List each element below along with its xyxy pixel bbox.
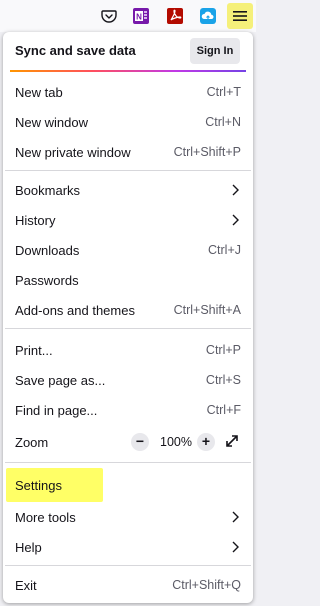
menu-item-label: More tools [15,510,76,525]
menu-separator [5,565,251,566]
app-menu-panel: Sync and save data Sign In New tab Ctrl+… [3,32,253,603]
menu-item-save-page[interactable]: Save page as... Ctrl+S [5,365,251,395]
menu-item-label: Print... [15,343,53,358]
menu-item-shortcut: Ctrl+Shift+P [173,145,241,159]
pdf-button[interactable] [162,3,188,29]
onenote-button[interactable]: N [128,3,154,29]
chevron-right-icon [232,511,239,523]
menu-item-new-window[interactable]: New window Ctrl+N [5,107,251,137]
menu-item-label: New window [15,115,88,130]
sync-title: Sync and save data [15,43,136,58]
cloud-upload-icon [200,8,216,24]
menu-item-label: Add-ons and themes [15,303,135,318]
menu-item-label: Bookmarks [15,183,81,198]
onenote-icon: N [133,8,149,24]
menu-item-new-private-window[interactable]: New private window Ctrl+Shift+P [5,137,251,167]
chevron-right-icon [232,184,239,196]
pdf-icon [167,8,183,24]
menu-item-shortcut: Ctrl+P [205,343,241,357]
menu-item-shortcut: Ctrl+N [205,115,241,129]
menu-item-label: Find in page... [15,403,98,418]
zoom-in-button[interactable]: + [197,433,215,451]
menu-item-history[interactable]: History [5,205,251,235]
menu-item-shortcut: Ctrl+T [206,85,241,99]
menu-item-label: Help [15,540,42,555]
menu-item-find-in-page[interactable]: Find in page... Ctrl+F [5,395,251,425]
zoom-level[interactable]: 100% [160,435,192,449]
pocket-button[interactable] [96,3,122,29]
chevron-right-icon [232,214,239,226]
menu-item-label: History [15,213,56,228]
hamburger-menu-icon [233,11,247,21]
sign-in-button[interactable]: Sign In [190,38,240,64]
menu-item-label: New tab [15,85,63,100]
menu-separator [5,328,251,329]
menu-item-shortcut: Ctrl+F [206,403,241,417]
menu-item-passwords[interactable]: Passwords [5,265,251,295]
menu-item-zoom: Zoom − 100% + [5,427,251,457]
menu-item-shortcut: Ctrl+S [205,373,241,387]
menu-item-label: New private window [15,145,131,160]
menu-item-label: Exit [15,578,37,593]
app-menu-button[interactable] [227,3,253,29]
menu-item-help[interactable]: Help [5,532,251,562]
menu-item-settings[interactable]: Settings [6,468,103,502]
fullscreen-icon[interactable] [224,433,240,449]
sync-gradient-divider [10,70,246,72]
menu-separator [5,170,251,171]
svg-text:N: N [136,13,142,22]
menu-item-label: Downloads [15,243,80,258]
menu-item-shortcut: Ctrl+Shift+Q [172,578,241,592]
menu-item-bookmarks[interactable]: Bookmarks [5,175,251,205]
zoom-out-button[interactable]: − [131,433,149,451]
pocket-icon [101,10,117,23]
menu-item-shortcut: Ctrl+J [208,243,241,257]
menu-item-more-tools[interactable]: More tools [5,502,251,532]
menu-item-new-tab[interactable]: New tab Ctrl+T [5,77,251,107]
sync-row: Sync and save data Sign In [3,32,253,70]
cloud-upload-button[interactable] [195,3,221,29]
browser-toolbar: N [0,0,256,32]
menu-item-label: Settings [15,478,62,493]
menu-item-downloads[interactable]: Downloads Ctrl+J [5,235,251,265]
menu-item-print[interactable]: Print... Ctrl+P [5,335,251,365]
menu-item-label: Zoom [15,435,49,450]
menu-item-addons[interactable]: Add-ons and themes Ctrl+Shift+A [5,295,251,325]
menu-item-shortcut: Ctrl+Shift+A [173,303,241,317]
menu-item-exit[interactable]: Exit Ctrl+Shift+Q [5,570,251,600]
chevron-right-icon [232,541,239,553]
menu-item-label: Save page as... [15,373,106,388]
menu-item-label: Passwords [15,273,79,288]
menu-separator [5,462,251,463]
